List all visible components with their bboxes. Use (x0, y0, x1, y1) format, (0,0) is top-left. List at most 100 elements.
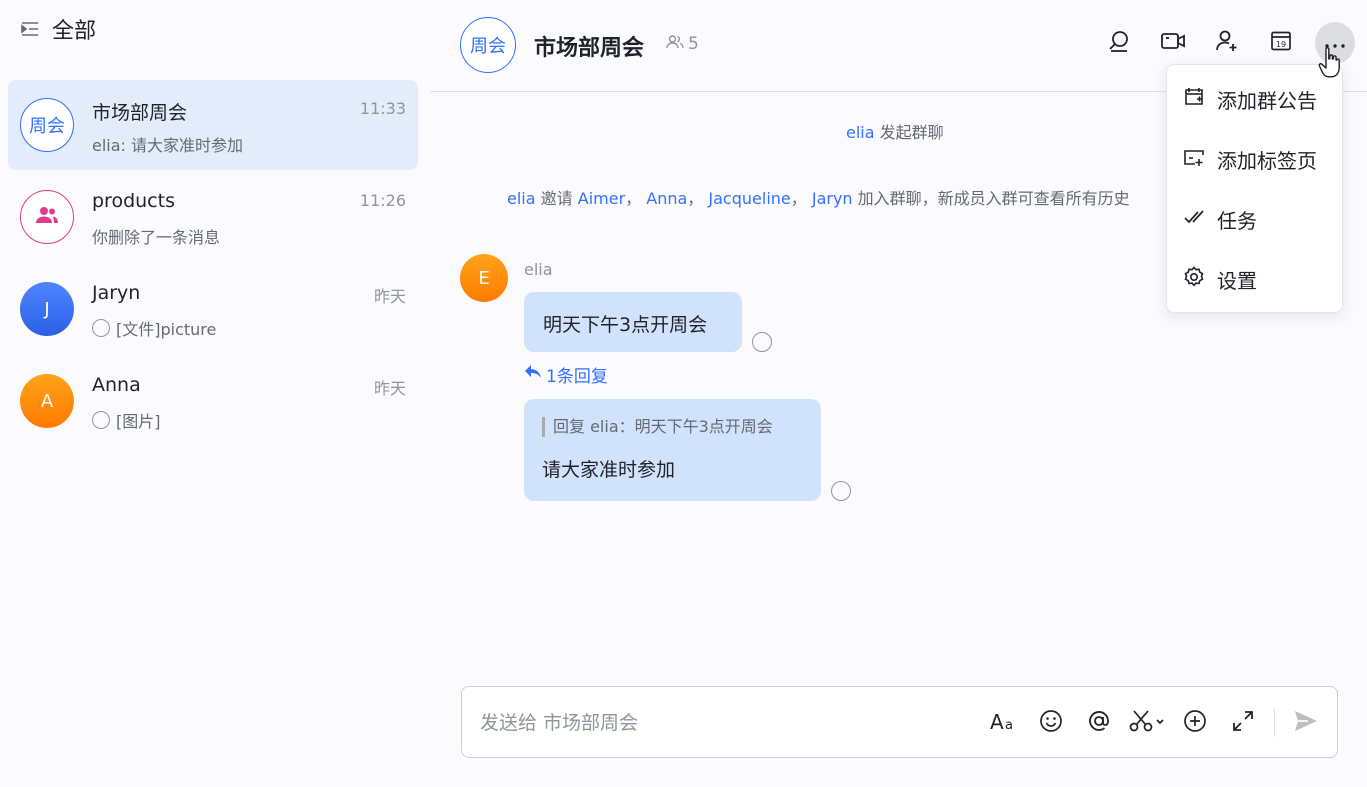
send-icon (1293, 709, 1319, 737)
system-text: 发起群聊 (879, 123, 944, 142)
preview-text: [图片] (116, 412, 161, 431)
menu-item-settings[interactable]: 设置 (1167, 249, 1342, 309)
svg-text:a: a (1005, 718, 1013, 733)
at-mention-icon (1087, 709, 1111, 737)
avatar-text: E (478, 267, 490, 289)
conversation-item[interactable]: products 11:26 你删除了一条消息 (8, 172, 418, 262)
emoji-button[interactable] (1030, 703, 1072, 743)
more-options-menu: 添加群公告 添加标签页 任务 设置 (1166, 64, 1343, 313)
add-user-icon (1215, 29, 1239, 57)
screenshot-button[interactable] (1126, 703, 1168, 743)
calendar-button[interactable]: 19 (1261, 22, 1301, 64)
svg-text:A: A (990, 710, 1004, 733)
message-bubble[interactable]: 明天下午3点开周会 (524, 292, 742, 352)
sidebar-header: 全部 (20, 14, 96, 44)
emoji-icon (1039, 709, 1063, 737)
conversation-preview: elia: 请大家准时参加 (92, 132, 243, 156)
conversation-time: 昨天 (373, 379, 406, 398)
conversation-sidebar: 全部 周会 市场部周会 11:33 elia: 请大家准时参加 products… (0, 0, 430, 787)
separator: ， (687, 189, 704, 208)
members-icon (666, 34, 684, 54)
message-text: 明天下午3点开周会 (543, 314, 708, 336)
menu-item-add-announcement[interactable]: 添加群公告 (1167, 69, 1342, 129)
member-count-value: 5 (688, 34, 699, 54)
system-message-invited: elia 邀请 Aimer， Anna， Jacqueline， Jaryn 加… (507, 185, 1130, 209)
task-check-icon (1183, 206, 1205, 233)
menu-item-label: 添加标签页 (1217, 148, 1317, 173)
text-format-button[interactable]: Aa (982, 703, 1024, 743)
separator: ， (625, 189, 642, 208)
unread-status-icon (92, 319, 110, 337)
conversation-item[interactable]: A Anna 昨天 [图片] (8, 356, 418, 446)
read-status-icon[interactable] (752, 332, 772, 352)
group-icon (36, 206, 58, 229)
conversation-name: 市场部周会 (92, 102, 188, 124)
conversation-avatar (20, 190, 74, 244)
expand-editor-button[interactable] (1222, 703, 1264, 743)
invitee-link[interactable]: Jaryn (812, 189, 853, 208)
sender-avatar[interactable]: E (460, 254, 508, 302)
search-button[interactable] (1099, 22, 1139, 64)
menu-item-task[interactable]: 任务 (1167, 189, 1342, 249)
menu-item-add-tab[interactable]: 添加标签页 (1167, 129, 1342, 189)
text-format-icon: Aa (989, 709, 1017, 737)
invitee-link[interactable]: Jacqueline (708, 189, 790, 208)
mention-button[interactable] (1078, 703, 1120, 743)
settings-gear-icon (1183, 265, 1205, 293)
video-call-button[interactable] (1153, 22, 1193, 64)
scissors-icon (1129, 709, 1165, 737)
plus-circle-icon (1183, 709, 1207, 737)
message-input[interactable] (480, 705, 960, 741)
preview-text: 你删除了一条消息 (92, 228, 221, 247)
system-actor-link[interactable]: elia (846, 123, 875, 142)
conversation-preview: 你删除了一条消息 (92, 224, 220, 248)
menu-item-label: 设置 (1217, 268, 1257, 293)
conversation-name: Anna (92, 374, 141, 396)
conversation-time: 11:33 (359, 99, 406, 118)
conversation-item[interactable]: 周会 市场部周会 11:33 elia: 请大家准时参加 (8, 80, 418, 170)
conversation-time: 11:26 (359, 191, 406, 210)
avatar-text: 周会 (29, 116, 65, 137)
invitee-link[interactable]: Aimer (578, 189, 625, 208)
system-message-created: elia 发起群聊 (846, 119, 944, 143)
chat-title[interactable]: 市场部周会 (534, 30, 644, 62)
expand-icon (1231, 709, 1255, 737)
send-button[interactable] (1285, 703, 1327, 743)
group-avatar[interactable]: 周会 (460, 17, 516, 73)
conversation-avatar: J (20, 282, 74, 336)
header-actions: 19 (1099, 22, 1355, 64)
svg-text:19: 19 (1276, 40, 1286, 49)
conversation-avatar: A (20, 374, 74, 428)
announcement-icon (1183, 86, 1205, 113)
conversation-preview: [图片] (92, 408, 161, 432)
system-text: 邀请 (540, 189, 573, 208)
filter-list-icon[interactable] (20, 19, 40, 39)
preview-text: elia: 请大家准时参加 (92, 136, 244, 155)
preview-text: [文件]picture (116, 320, 217, 339)
sender-name: elia (524, 260, 553, 279)
add-member-button[interactable] (1207, 22, 1247, 64)
thread-reply-link[interactable]: 1条回复 (524, 362, 608, 387)
conversation-time: 昨天 (373, 287, 406, 306)
unread-status-icon (92, 411, 110, 429)
conversation-name: products (92, 190, 175, 212)
group-avatar-text: 周会 (470, 36, 506, 57)
sidebar-title[interactable]: 全部 (52, 13, 96, 45)
separator: ， (790, 189, 807, 208)
system-actor-link[interactable]: elia (507, 189, 536, 208)
invitee-link[interactable]: Anna (646, 189, 687, 208)
read-status-icon[interactable] (831, 481, 851, 501)
video-camera-icon (1160, 30, 1186, 56)
menu-item-label: 任务 (1217, 208, 1257, 233)
calendar-icon: 19 (1269, 29, 1293, 57)
message-composer: Aa (461, 686, 1338, 758)
conversation-name: Jaryn (92, 282, 141, 304)
conversation-avatar: 周会 (20, 98, 74, 152)
conversation-item[interactable]: J Jaryn 昨天 [文件]picture (8, 264, 418, 354)
member-count[interactable]: 5 (666, 34, 699, 54)
add-attachment-button[interactable] (1174, 703, 1216, 743)
message-text: 请大家准时参加 (542, 459, 676, 481)
system-text: 加入群聊，新成员入群可查看所有历史 (857, 189, 1130, 208)
avatar-text: J (44, 298, 50, 320)
message-bubble[interactable]: 回复 elia：明天下午3点开周会 请大家准时参加 (524, 399, 821, 501)
